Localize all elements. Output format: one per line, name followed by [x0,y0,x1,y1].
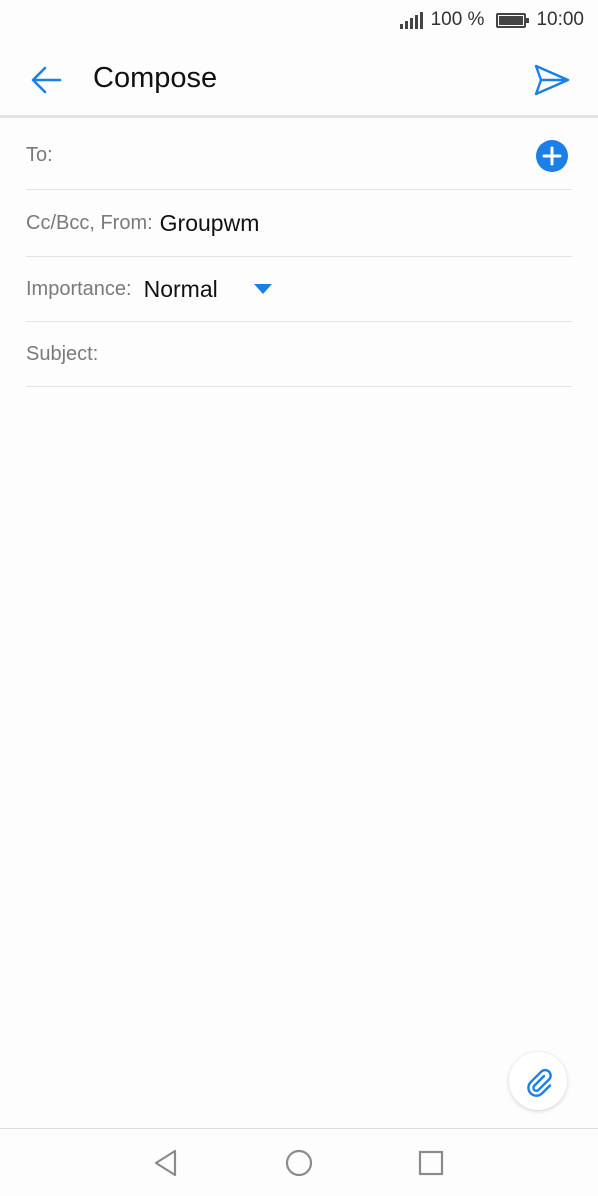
attach-button[interactable] [509,1052,567,1110]
nav-recent-icon [418,1150,444,1176]
nav-home-button[interactable] [281,1145,317,1181]
compose-screen: 100 % 10:00 Compose To: Cc/Bcc, From: Gr… [0,0,598,1196]
to-row[interactable]: To: [26,121,572,190]
cc-from-label: Cc/Bcc, From: [26,211,153,234]
arrow-left-icon [31,66,62,94]
nav-back-button[interactable] [148,1145,184,1181]
subject-label: Subject: [26,342,99,365]
compose-form: To: Cc/Bcc, From: Groupwm Importance: No… [26,121,572,387]
importance-value: Normal [143,275,218,302]
nav-home-icon [285,1149,313,1177]
add-recipient-button[interactable] [536,140,568,172]
battery-percent: 100 % [430,9,485,30]
app-bar: Compose [0,40,598,118]
paperclip-icon [527,1068,552,1097]
page-title: Compose [93,62,218,94]
cc-from-row[interactable]: Cc/Bcc, From: Groupwm [26,190,572,257]
importance-label: Importance: [26,277,132,300]
clock: 10:00 [536,9,584,30]
nav-back-icon [154,1149,177,1177]
from-value: Groupwm [159,209,260,236]
importance-dropdown[interactable]: Normal [132,276,272,303]
subject-row[interactable]: Subject: [26,322,572,387]
signal-icon [399,11,423,29]
send-button[interactable] [532,60,572,100]
status-bar: 100 % 10:00 [0,0,598,40]
to-label: To: [26,143,53,166]
battery-icon [496,12,530,28]
nav-recent-button[interactable] [413,1145,449,1181]
send-icon [534,64,570,96]
system-nav-bar [0,1128,598,1196]
plus-icon [542,146,562,166]
caret-down-icon [253,284,272,294]
back-button[interactable] [26,60,66,100]
importance-row: Importance: Normal [26,257,572,322]
message-body[interactable] [26,400,572,1040]
